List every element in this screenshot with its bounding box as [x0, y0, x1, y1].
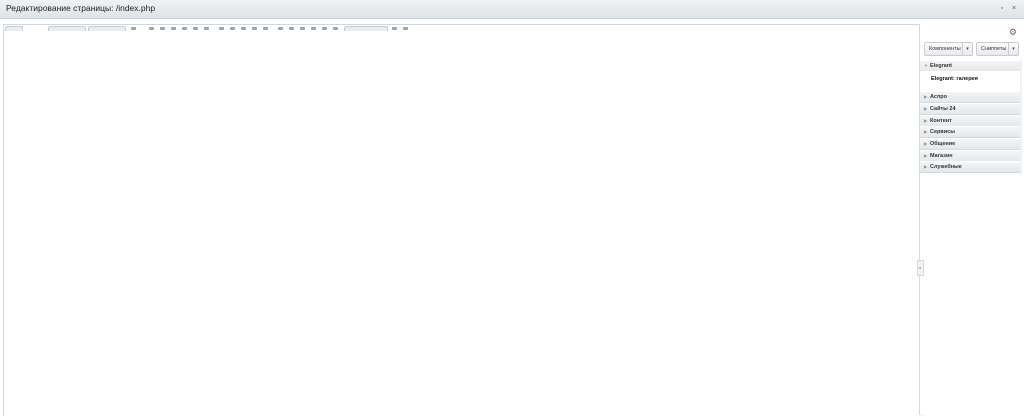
triangle-right-icon: ▶ — [924, 106, 928, 111]
close-icon[interactable]: × — [1009, 4, 1019, 14]
triangle-right-icon: ▶ — [924, 153, 928, 158]
components-dropdown-label: Компоненты — [929, 46, 961, 52]
section-label: Аспро — [930, 94, 947, 100]
unordered-list-icon[interactable] — [230, 27, 235, 30]
link-icon[interactable] — [278, 27, 283, 30]
snippets-dropdown[interactable]: Сниппеты ▾ — [976, 42, 1019, 56]
triangle-right-icon: ▶ — [924, 141, 928, 146]
section-label: Контент — [930, 118, 952, 124]
more-icon[interactable] — [392, 27, 397, 30]
style-select[interactable] — [48, 26, 86, 31]
image-icon[interactable] — [289, 27, 294, 30]
chevron-down-icon: ▾ — [1008, 43, 1018, 55]
triangle-right-icon: ▶ — [924, 129, 928, 134]
view-mode-button[interactable] — [5, 26, 23, 31]
italic-icon[interactable] — [160, 27, 165, 30]
outdent-icon[interactable] — [241, 27, 246, 30]
editor-content-area[interactable] — [3, 24, 922, 416]
video-icon[interactable] — [300, 27, 305, 30]
underline-icon[interactable] — [171, 27, 176, 30]
table-icon[interactable] — [322, 27, 327, 30]
bold-icon[interactable] — [149, 27, 154, 30]
strike-icon[interactable] — [182, 27, 187, 30]
gear-icon[interactable]: ⚙ — [1009, 27, 1017, 38]
section-label: Сервисы — [930, 129, 955, 135]
sidebar-scrollbar[interactable] — [1020, 60, 1022, 175]
text-color-icon[interactable] — [204, 27, 209, 30]
remove-format-icon[interactable] — [193, 27, 198, 30]
section-label: Общение — [930, 141, 956, 147]
triangle-right-icon: ▶ — [924, 118, 928, 123]
section-item[interactable]: ▶ Общение — [920, 138, 1020, 150]
section-label: Магазин — [930, 153, 953, 159]
indent-icon[interactable] — [252, 27, 257, 30]
section-item[interactable]: ▶ Сайты 24 — [920, 103, 1020, 115]
window-titlebar: Редактирование страницы: /index.php ▫ × — [0, 0, 1024, 19]
window-title: Редактирование страницы: /index.php — [6, 3, 156, 13]
font-select[interactable] — [88, 26, 126, 31]
fullscreen-icon[interactable] — [403, 27, 408, 30]
template-select[interactable] — [344, 26, 388, 31]
ordered-list-icon[interactable] — [219, 27, 224, 30]
section-item[interactable]: ▶ Служебные — [920, 161, 1020, 173]
editor-toolbar — [4, 25, 921, 31]
triangle-right-icon: ▶ — [924, 94, 928, 99]
snippets-dropdown-label: Сниппеты — [981, 46, 1007, 52]
triangle-right-icon: ▶ — [924, 164, 928, 169]
triangle-down-icon: ▼ — [924, 63, 928, 68]
section-label: Elegrant — [930, 63, 953, 69]
chevron-down-icon: ▾ — [962, 43, 972, 55]
font-size-icon[interactable] — [131, 27, 136, 30]
special-chars-icon[interactable] — [333, 27, 338, 30]
align-icon[interactable] — [263, 27, 268, 30]
component-item[interactable]: Elegrant: галерея — [931, 76, 978, 82]
anchor-icon[interactable] — [311, 27, 316, 30]
section-label: Сайты 24 — [930, 106, 956, 112]
section-label: Служебные — [930, 164, 962, 170]
collapse-sidebar-handle[interactable]: ▸ — [917, 260, 924, 276]
restore-icon[interactable]: ▫ — [997, 4, 1007, 14]
section-item[interactable]: ▶ Аспро — [920, 91, 1020, 103]
section-item[interactable]: ▶ Сервисы — [920, 126, 1020, 138]
components-dropdown[interactable]: Компоненты ▾ — [924, 42, 973, 56]
